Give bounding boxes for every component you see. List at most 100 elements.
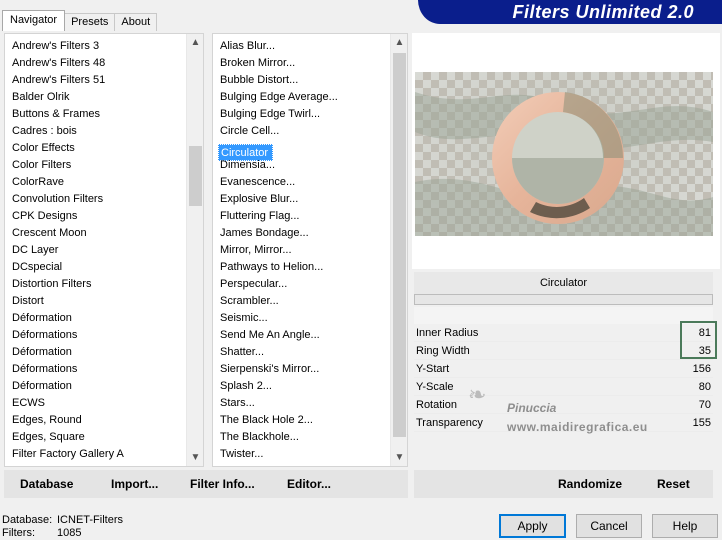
category-item[interactable]: Déformation — [5, 344, 203, 361]
param-value[interactable]: 156 — [693, 360, 711, 378]
filter-item[interactable]: Bulging Edge Twirl... — [213, 106, 407, 123]
category-item[interactable]: DCspecial — [5, 259, 203, 276]
category-scrollbar[interactable]: ▲ ▼ — [186, 34, 203, 466]
watermark-name: Pinuccia — [507, 401, 557, 415]
category-item[interactable]: Déformations — [5, 361, 203, 378]
preview-graphic — [415, 72, 713, 236]
status-database-value: ICNET-Filters — [57, 514, 123, 526]
category-item[interactable]: Andrew's Filters 48 — [5, 55, 203, 72]
category-scroll-thumb[interactable] — [189, 146, 202, 206]
filter-item[interactable]: Twister... — [213, 446, 407, 463]
category-item[interactable]: CPK Designs — [5, 208, 203, 225]
category-item[interactable]: Filter Factory Gallery B — [5, 463, 203, 466]
filter-item[interactable]: Stars... — [213, 395, 407, 412]
help-button[interactable]: Help — [652, 514, 718, 538]
category-item[interactable]: ColorRave — [5, 174, 203, 191]
filter-item[interactable]: Send Me An Angle... — [213, 327, 407, 344]
category-item[interactable]: Déformation — [5, 310, 203, 327]
tab-presets[interactable]: Presets — [64, 13, 116, 31]
filter-item[interactable]: Seismic... — [213, 310, 407, 327]
preview-progress-bar — [414, 294, 713, 305]
category-item[interactable]: Déformations — [5, 327, 203, 344]
param-ring-width[interactable]: Ring Width 35 — [414, 342, 713, 360]
status-database-label: Database: — [2, 514, 53, 526]
param-label: Y-Start — [416, 363, 450, 375]
reset-button[interactable]: Reset — [657, 470, 690, 498]
category-item[interactable]: Edges, Square — [5, 429, 203, 446]
filter-item[interactable]: Alias Blur... — [213, 38, 407, 55]
filter-item[interactable]: James Bondage... — [213, 225, 407, 242]
filter-list[interactable]: Alias Blur... Broken Mirror... Bubble Dist… — [212, 33, 408, 467]
category-item[interactable]: Color Effects — [5, 140, 203, 157]
param-y-scale[interactable]: Y-Scale 80 — [414, 378, 713, 396]
filter-item[interactable]: Fluttering Flag... — [213, 208, 407, 225]
title-banner: Filters Unlimited 2.0 — [418, 0, 722, 24]
category-item[interactable]: Balder Olrik — [5, 89, 203, 106]
filter-item[interactable]: Explosive Blur... — [213, 191, 407, 208]
filter-item[interactable]: The Black Hole 2... — [213, 412, 407, 429]
chevron-down-icon[interactable]: ▼ — [187, 449, 203, 466]
params-header — [414, 307, 713, 324]
filter-item[interactable]: Splash 2... — [213, 378, 407, 395]
category-item[interactable]: ECWS — [5, 395, 203, 412]
param-label: Rotation — [416, 399, 457, 411]
status-filters-label: Filters: — [2, 527, 35, 539]
parameter-list: Inner Radius 81 Ring Width 35 Y-Start 15… — [414, 324, 713, 432]
filter-info-button[interactable]: Filter Info... — [190, 470, 255, 498]
chevron-up-icon[interactable]: ▲ — [187, 34, 203, 51]
param-rotation[interactable]: Rotation 70 — [414, 396, 713, 414]
param-inner-radius[interactable]: Inner Radius 81 — [414, 324, 713, 342]
tab-about[interactable]: About — [114, 13, 158, 31]
preview-image — [415, 72, 713, 236]
param-y-start[interactable]: Y-Start 156 — [414, 360, 713, 378]
filter-item[interactable]: Broken Mirror... — [213, 55, 407, 72]
watermark-logo-icon: ❧ — [468, 382, 487, 407]
category-item[interactable]: Crescent Moon — [5, 225, 203, 242]
category-item[interactable]: Buttons & Frames — [5, 106, 203, 123]
status-filters-value: 1085 — [57, 527, 82, 539]
cancel-button[interactable]: Cancel — [576, 514, 642, 538]
filter-item[interactable]: Mirror, Mirror... — [213, 242, 407, 259]
category-item[interactable]: Andrew's Filters 3 — [5, 38, 203, 55]
filter-item[interactable]: Evanescence... — [213, 174, 407, 191]
category-list[interactable]: Andrew's Filters 3 Andrew's Filters 48 And… — [4, 33, 204, 467]
filter-item[interactable]: The Blackhole... — [213, 429, 407, 446]
category-item[interactable]: Déformation — [5, 378, 203, 395]
param-value[interactable]: 155 — [693, 414, 711, 432]
param-value[interactable]: 70 — [699, 396, 711, 414]
filter-item[interactable]: Pathways to Helion... — [213, 259, 407, 276]
filter-scroll-thumb[interactable] — [393, 53, 406, 437]
category-item[interactable]: DC Layer — [5, 242, 203, 259]
filter-item[interactable]: Circle Cell... — [213, 123, 407, 140]
banner-title: Filters Unlimited 2.0 — [512, 2, 694, 22]
param-value[interactable]: 80 — [699, 378, 711, 396]
category-item[interactable]: Cadres : bois — [5, 123, 203, 140]
category-item[interactable]: Color Filters — [5, 157, 203, 174]
filter-item[interactable]: Shatter... — [213, 344, 407, 361]
chevron-up-icon[interactable]: ▲ — [391, 34, 407, 51]
filter-item[interactable]: Dimensia... — [213, 157, 407, 174]
category-item[interactable]: Edges, Round — [5, 412, 203, 429]
filter-scrollbar[interactable]: ▲ ▼ — [390, 34, 407, 466]
chevron-down-icon[interactable]: ▼ — [391, 449, 407, 466]
category-item[interactable]: Andrew's Filters 51 — [5, 72, 203, 89]
editor-button[interactable]: Editor... — [287, 470, 331, 498]
filter-item[interactable]: Ultra... — [213, 463, 407, 466]
filter-item[interactable]: Bulging Edge Average... — [213, 89, 407, 106]
randomize-button[interactable]: Randomize — [558, 470, 622, 498]
category-item[interactable]: Distort — [5, 293, 203, 310]
filter-item[interactable]: Bubble Distort... — [213, 72, 407, 89]
category-item[interactable]: Distortion Filters — [5, 276, 203, 293]
category-item[interactable]: Filter Factory Gallery A — [5, 446, 203, 463]
tab-navigator[interactable]: Navigator — [2, 10, 66, 31]
right-button-bar: Randomize Reset — [414, 470, 713, 498]
filter-item[interactable]: Sierpenski's Mirror... — [213, 361, 407, 378]
category-item[interactable]: Convolution Filters — [5, 191, 203, 208]
apply-button[interactable]: Apply — [499, 514, 566, 538]
status-filters: Filters: 1085 — [2, 527, 81, 539]
param-label: Y-Scale — [416, 381, 454, 393]
import-button[interactable]: Import... — [111, 470, 158, 498]
filter-item[interactable]: Scrambler... — [213, 293, 407, 310]
database-button[interactable]: Database — [20, 470, 73, 498]
filter-item[interactable]: Perspecular... — [213, 276, 407, 293]
